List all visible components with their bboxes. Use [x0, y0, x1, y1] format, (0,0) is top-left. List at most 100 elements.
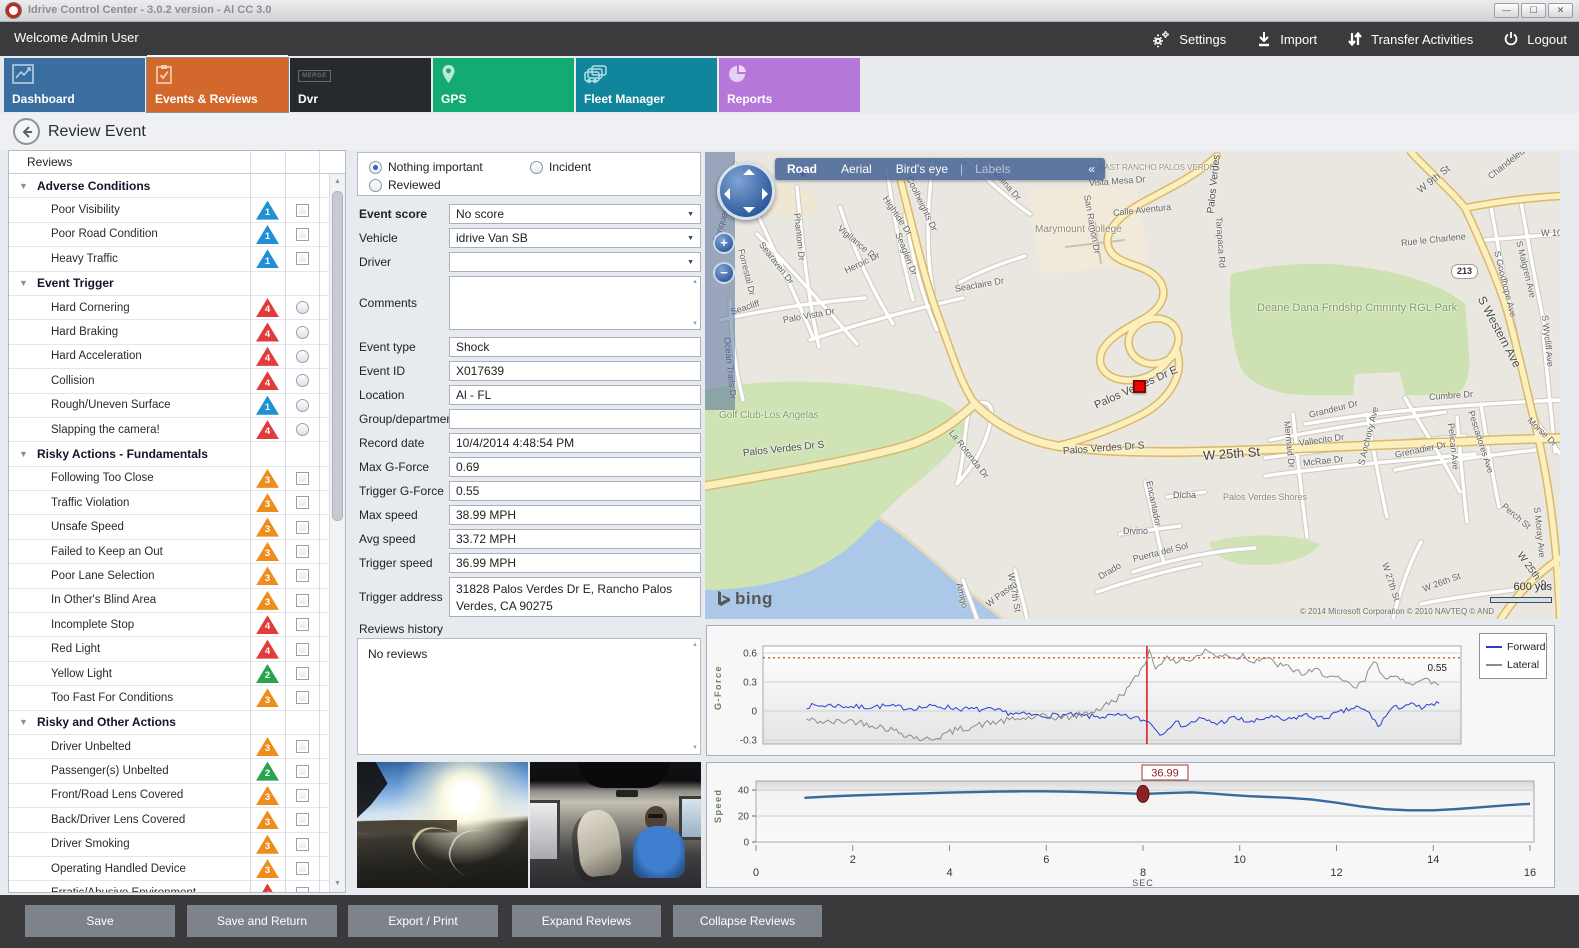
item-checkbox[interactable]	[296, 838, 309, 851]
collapse-arrow-icon[interactable]: ▼	[19, 181, 28, 191]
tab-fleet-manager[interactable]: Fleet Manager	[576, 58, 717, 112]
tree-scrollbar-thumb[interactable]	[332, 191, 343, 521]
tree-item-operating-handled-device[interactable]: Operating Handled Device3	[9, 857, 331, 881]
close-button[interactable]: ✕	[1548, 3, 1573, 18]
item-radio[interactable]	[296, 374, 309, 387]
tree-scrollbar[interactable]: ▲ ▼	[329, 174, 345, 892]
radio-incident[interactable]: Incident	[530, 160, 591, 174]
tree-item-traffic-violation[interactable]: Traffic Violation3	[9, 491, 331, 515]
tab-dashboard[interactable]: Dashboard	[4, 58, 145, 112]
event-location-marker[interactable]	[1133, 380, 1146, 393]
tree-item-red-light[interactable]: Red Light4	[9, 637, 331, 661]
tree-item-hard-braking[interactable]: Hard Braking4	[9, 320, 331, 344]
maximize-button[interactable]: ☐	[1521, 3, 1546, 18]
item-checkbox[interactable]	[296, 691, 309, 704]
tree-item-slapping-the-camera-[interactable]: Slapping the camera!4	[9, 418, 331, 442]
scroll-up-icon[interactable]: ▲	[331, 175, 344, 189]
front-camera-thumbnail[interactable]	[357, 762, 528, 888]
collapse-arrow-icon[interactable]: ▼	[19, 278, 28, 288]
item-checkbox[interactable]	[296, 887, 309, 892]
tree-item-in-other-s-blind-area[interactable]: In Other's Blind Area3	[9, 589, 331, 613]
pan-up-icon[interactable]	[743, 169, 755, 175]
item-checkbox[interactable]	[296, 521, 309, 534]
map-mode-aerial[interactable]: Aerial	[829, 162, 884, 176]
transfer-activities-button[interactable]: Transfer Activities	[1347, 31, 1473, 47]
tree-item-rough-uneven-surface[interactable]: Rough/Uneven Surface1	[9, 394, 331, 418]
radio-nothing-important[interactable]: Nothing important	[369, 160, 483, 174]
tree-item-driver-smoking[interactable]: Driver Smoking3	[9, 833, 331, 857]
zoom-out-button[interactable]: −	[713, 262, 735, 284]
tree-item-heavy-traffic[interactable]: Heavy Traffic1	[9, 247, 331, 271]
tree-group-event-trigger[interactable]: ▼Event Trigger	[9, 272, 331, 296]
cabin-camera-thumbnail[interactable]	[530, 762, 701, 888]
map-mode-bird-s-eye[interactable]: Bird's eye	[884, 162, 960, 176]
comments-textarea[interactable]: ▲ ▼	[449, 276, 701, 330]
tree-item-failed-to-keep-an-out[interactable]: Failed to Keep an Out3	[9, 540, 331, 564]
tree-item-back-driver-lens-covered[interactable]: Back/Driver Lens Covered3	[9, 808, 331, 832]
map-pan-compass[interactable]	[717, 162, 775, 220]
tree-item-unsafe-speed[interactable]: Unsafe Speed3	[9, 515, 331, 539]
tree-item-collision[interactable]: Collision4	[9, 369, 331, 393]
bing-map[interactable]: Conqueror DrForrestal DrPhantom DrSearav…	[705, 152, 1560, 619]
item-checkbox[interactable]	[296, 496, 309, 509]
item-checkbox[interactable]	[296, 667, 309, 680]
scroll-down-icon[interactable]: ▼	[692, 745, 698, 751]
settings-button[interactable]: Settings	[1151, 30, 1226, 48]
item-checkbox[interactable]	[296, 765, 309, 778]
tree-item-front-road-lens-covered[interactable]: Front/Road Lens Covered3	[9, 784, 331, 808]
tree-item-driver-unbelted[interactable]: Driver Unbelted3	[9, 735, 331, 759]
tree-item-erratic-abusive-environment[interactable]: Erratic/Abusive Environment4	[9, 881, 331, 892]
collapse-arrow-icon[interactable]: ▼	[19, 717, 28, 727]
item-checkbox[interactable]	[296, 228, 309, 241]
logout-button[interactable]: Logout	[1503, 31, 1567, 47]
item-checkbox[interactable]	[296, 618, 309, 631]
pan-left-icon[interactable]	[724, 188, 730, 200]
radio-reviewed[interactable]: Reviewed	[369, 178, 441, 192]
tree-item-hard-acceleration[interactable]: Hard Acceleration4	[9, 345, 331, 369]
item-radio[interactable]	[296, 399, 309, 412]
save-button[interactable]: Save	[25, 905, 175, 937]
zoom-in-button[interactable]: +	[713, 232, 735, 254]
minimize-button[interactable]: —	[1494, 3, 1519, 18]
scroll-down-icon[interactable]: ▼	[331, 877, 344, 891]
item-checkbox[interactable]	[296, 472, 309, 485]
tree-item-poor-road-condition[interactable]: Poor Road Condition1	[9, 223, 331, 247]
tree-group-risky-actions-fundamentals[interactable]: ▼Risky Actions - Fundamentals	[9, 442, 331, 466]
pan-right-icon[interactable]	[762, 188, 768, 200]
item-checkbox[interactable]	[296, 204, 309, 217]
tree-item-hard-cornering[interactable]: Hard Cornering4	[9, 296, 331, 320]
scroll-up-icon[interactable]: ▲	[692, 279, 698, 285]
tab-events-reviews[interactable]: Events & Reviews	[147, 58, 288, 112]
tree-group-risky-and-other-actions[interactable]: ▼Risky and Other Actions	[9, 711, 331, 735]
vehicle-select[interactable]: idrive Van SB▼	[449, 228, 701, 248]
item-checkbox[interactable]	[296, 545, 309, 558]
collapse-reviews-button[interactable]: Collapse Reviews	[673, 905, 822, 937]
pan-down-icon[interactable]	[743, 207, 755, 213]
tab-gps[interactable]: GPS	[433, 58, 574, 112]
item-checkbox[interactable]	[296, 594, 309, 607]
driver-select[interactable]: ▼	[449, 252, 701, 272]
tree-item-poor-visibility[interactable]: Poor Visibility1	[9, 198, 331, 222]
scroll-down-icon[interactable]: ▼	[692, 321, 698, 327]
tab-dvr[interactable]: MERGEDvr	[290, 58, 431, 112]
event-score-select[interactable]: No score▼	[449, 204, 701, 224]
item-checkbox[interactable]	[296, 740, 309, 753]
tree-item-too-fast-for-conditions[interactable]: Too Fast For Conditions3	[9, 686, 331, 710]
tree-group-adverse-conditions[interactable]: ▼Adverse Conditions	[9, 174, 331, 198]
back-button[interactable]	[13, 118, 40, 145]
scroll-up-icon[interactable]: ▲	[692, 642, 698, 648]
tree-item-yellow-light[interactable]: Yellow Light2	[9, 662, 331, 686]
tab-reports[interactable]: Reports	[719, 58, 860, 112]
item-radio[interactable]	[296, 326, 309, 339]
item-radio[interactable]	[296, 301, 309, 314]
item-radio[interactable]	[296, 350, 309, 363]
map-collapse-button[interactable]: «	[1078, 162, 1105, 176]
export-print-button[interactable]: Export / Print	[348, 905, 498, 937]
map-mode-road[interactable]: Road	[775, 162, 829, 176]
item-checkbox[interactable]	[296, 643, 309, 656]
item-checkbox[interactable]	[296, 813, 309, 826]
tree-item-poor-lane-selection[interactable]: Poor Lane Selection3	[9, 564, 331, 588]
item-checkbox[interactable]	[296, 252, 309, 265]
expand-reviews-button[interactable]: Expand Reviews	[512, 905, 661, 937]
item-checkbox[interactable]	[296, 789, 309, 802]
